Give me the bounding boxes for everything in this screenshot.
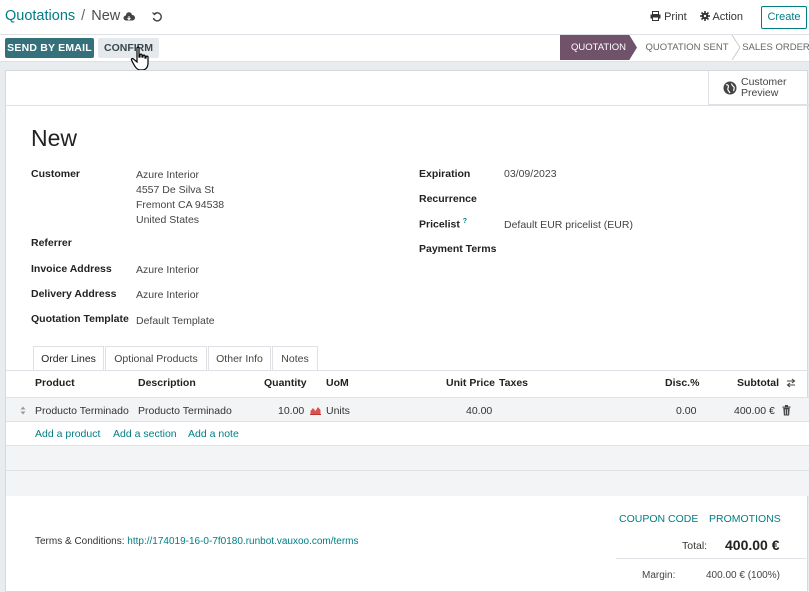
terms-link[interactable]: http://174019-16-0-7f0180.runbot.vauxoo.… — [127, 536, 358, 547]
cell-description[interactable]: Producto Terminado — [138, 405, 232, 417]
customer-field[interactable]: Azure Interior 4557 De Silva St Fremont … — [136, 168, 224, 228]
cell-unit-price[interactable]: 40.00 — [466, 405, 492, 417]
margin-value: 400.00 € (100%) — [706, 570, 780, 581]
tabs-divider — [6, 370, 809, 371]
terms-label: Terms & Conditions: — [35, 536, 125, 547]
column-header-taxes[interactable]: Taxes — [499, 377, 528, 389]
tab-notes[interactable]: Notes — [272, 346, 318, 370]
cloud-save-icon[interactable] — [123, 11, 136, 23]
column-header-uom[interactable]: UoM — [326, 377, 349, 389]
control-bar: SEND BY EMAIL CONFIRM QUOTATION QUOTATIO… — [0, 34, 809, 71]
column-header-description[interactable]: Description — [138, 377, 196, 389]
quotation-template-field[interactable]: Default Template — [136, 315, 215, 327]
drag-handle-icon[interactable] — [20, 406, 26, 418]
add-note-link[interactable]: Add a note — [188, 428, 239, 440]
form-sheet: Customer Preview New Customer Azure Inte… — [5, 70, 809, 500]
customer-name: Azure Interior — [136, 169, 200, 181]
tab-optional-products[interactable]: Optional Products — [105, 346, 207, 370]
payment-terms-label: Payment Terms — [419, 243, 497, 255]
customer-preview-button[interactable]: Customer Preview — [708, 71, 809, 105]
table-row[interactable]: Producto Terminado Producto Terminado 10… — [6, 397, 809, 422]
breadcrumb-current: New — [91, 8, 121, 24]
order-footer: COUPON CODE PROMOTIONS Terms & Condition… — [5, 496, 808, 592]
sheet-divider — [6, 105, 809, 106]
forecast-chart-icon[interactable] — [310, 406, 321, 418]
expiration-field[interactable]: 03/09/2023 — [504, 168, 557, 180]
cell-product[interactable]: Producto Terminado — [35, 405, 129, 417]
delivery-address-field[interactable]: Azure Interior — [136, 289, 199, 301]
total-value: 400.00 € — [725, 537, 780, 553]
pricelist-label-text: Pricelist — [419, 218, 460, 231]
cell-discount[interactable]: 0.00 — [676, 405, 696, 417]
optional-columns-toggle-icon[interactable] — [786, 378, 796, 391]
empty-table-row — [6, 446, 809, 471]
stage-quotation-sent[interactable]: QUOTATION SENT — [640, 35, 734, 60]
referrer-label: Referrer — [31, 237, 72, 249]
pricelist-help-icon[interactable]: ? — [463, 218, 467, 225]
recurrence-label: Recurrence — [419, 193, 477, 205]
cell-quantity[interactable]: 10.00 — [278, 405, 304, 417]
breadcrumb: Quotations / New — [5, 8, 120, 24]
customer-preview-label-line2: Preview — [741, 87, 779, 99]
stage-quotation[interactable]: QUOTATION — [560, 35, 637, 60]
add-line-controls: Add a product Add a section Add a note — [6, 422, 809, 446]
discard-undo-icon[interactable] — [151, 11, 163, 23]
cell-uom[interactable]: Units — [326, 405, 350, 417]
column-header-quantity[interactable]: Quantity — [264, 377, 307, 389]
globe-icon — [723, 81, 737, 95]
customer-address-city: Fremont CA 94538 — [136, 199, 225, 211]
send-by-email-button[interactable]: SEND BY EMAIL — [5, 38, 94, 58]
record-title: New — [31, 125, 78, 151]
cell-subtotal: 400.00 € — [734, 405, 775, 417]
coupon-code-button[interactable]: COUPON CODE — [619, 513, 698, 525]
total-divider — [616, 558, 806, 559]
invoice-address-field[interactable]: Azure Interior — [136, 264, 199, 276]
tab-other-info[interactable]: Other Info — [208, 346, 271, 370]
breadcrumb-quotations-link[interactable]: Quotations — [5, 8, 75, 24]
promotions-button[interactable]: PROMOTIONS — [709, 513, 781, 525]
payment-terms-input[interactable] — [504, 239, 784, 257]
pricelist-label: Pricelist ? — [419, 218, 467, 231]
breadcrumb-separator: / — [81, 8, 86, 24]
add-section-link[interactable]: Add a section — [113, 428, 177, 440]
gear-icon — [700, 11, 712, 23]
column-header-product[interactable]: Product — [35, 377, 75, 389]
printer-icon — [650, 11, 664, 23]
column-header-unit-price[interactable]: Unit Price — [446, 377, 495, 389]
action-label: Action — [712, 11, 744, 23]
invoice-address-label: Invoice Address — [31, 263, 112, 275]
delivery-address-label: Delivery Address — [31, 288, 117, 300]
referrer-input[interactable] — [136, 233, 376, 251]
empty-table-row — [6, 471, 809, 497]
column-header-subtotal[interactable]: Subtotal — [737, 377, 779, 389]
column-header-discount[interactable]: Disc.% — [665, 377, 699, 389]
add-product-link[interactable]: Add a product — [35, 428, 100, 440]
create-button[interactable]: Create — [761, 6, 807, 29]
top-bar: Quotations / New Print Action Create — [0, 0, 809, 35]
action-button[interactable]: Action — [700, 11, 743, 23]
print-label: Print — [664, 11, 687, 23]
customer-address-street: 4557 De Silva St — [136, 184, 215, 196]
quotation-template-label: Quotation Template — [31, 313, 129, 325]
stage-sales-order[interactable]: SALES ORDER — [740, 35, 809, 60]
pricelist-field[interactable]: Default EUR pricelist (EUR) — [504, 219, 633, 231]
recurrence-input[interactable] — [504, 189, 784, 207]
expiration-label: Expiration — [419, 168, 471, 180]
customer-label: Customer — [31, 168, 81, 180]
trash-icon[interactable] — [782, 405, 791, 419]
terms-and-conditions: Terms & Conditions: http://174019-16-0-7… — [35, 536, 359, 547]
total-label: Total: — [682, 540, 708, 552]
customer-address-country: United States — [136, 214, 200, 226]
margin-label: Margin: — [642, 570, 676, 581]
tab-order-lines[interactable]: Order Lines — [33, 346, 104, 370]
print-button[interactable]: Print — [650, 11, 687, 23]
